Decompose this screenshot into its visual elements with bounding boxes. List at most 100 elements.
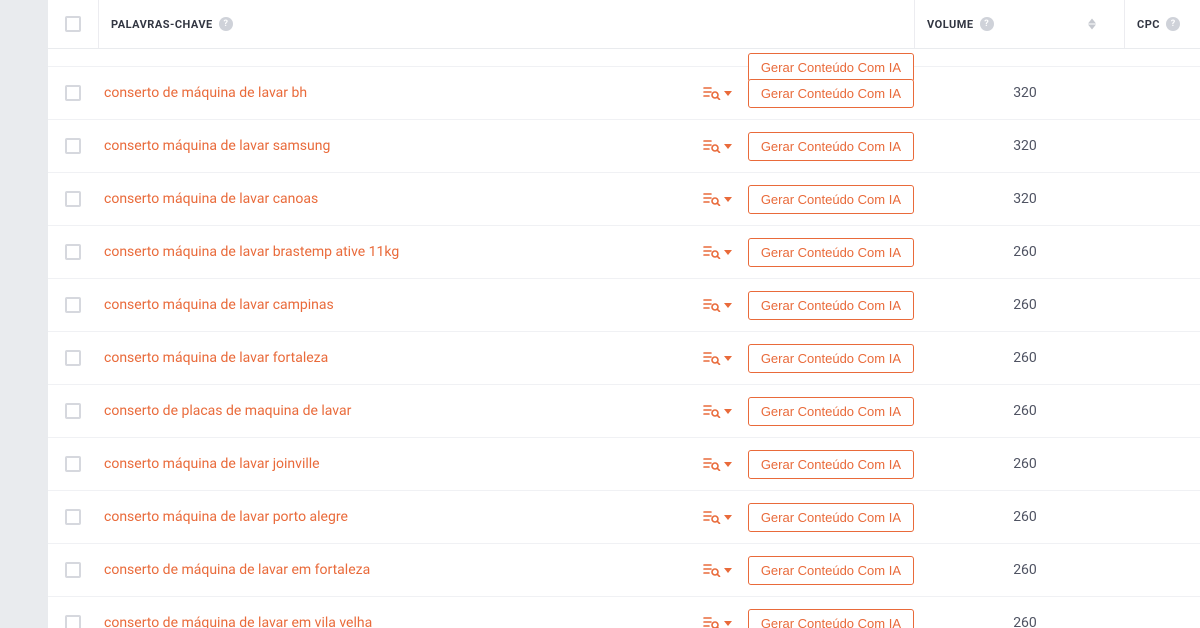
keyword-link[interactable]: conserto de máquina de lavar em vila vel… bbox=[104, 615, 372, 628]
generate-ai-content-button[interactable]: Gerar Conteúdo Com IA bbox=[748, 132, 914, 161]
table-row: conserto máquina de lavar samsung Gerar C… bbox=[48, 120, 1200, 173]
row-actions-cell: Gerar Conteúdo Com IA bbox=[668, 79, 914, 108]
row-checkbox[interactable] bbox=[65, 85, 81, 101]
keyword-filter-icon[interactable] bbox=[703, 351, 732, 365]
row-keyword-cell: conserto máquina de lavar fortaleza bbox=[98, 350, 668, 366]
row-checkbox[interactable] bbox=[65, 615, 81, 628]
chevron-down-icon bbox=[724, 356, 732, 361]
volume-value: 260 bbox=[1013, 509, 1037, 525]
row-actions-cell: Gerar Conteúdo Com IA bbox=[668, 291, 914, 320]
row-keyword-cell: conserto de máquina de lavar bh bbox=[98, 85, 668, 101]
table-header: Palavras-chave ? Volume ? CPC ? bbox=[48, 0, 1200, 49]
table-row: Gerar Conteúdo Com IA bbox=[48, 49, 1200, 67]
row-checkbox[interactable] bbox=[65, 297, 81, 313]
volume-value: 260 bbox=[1013, 297, 1037, 313]
row-checkbox[interactable] bbox=[65, 456, 81, 472]
keyword-filter-icon[interactable] bbox=[703, 245, 732, 259]
row-volume-cell: 260 bbox=[914, 403, 1124, 419]
row-volume-cell: 260 bbox=[914, 244, 1124, 260]
keyword-filter-icon[interactable] bbox=[703, 139, 732, 153]
row-checkbox-cell bbox=[48, 297, 98, 313]
row-checkbox-cell bbox=[48, 244, 98, 260]
keyword-link[interactable]: conserto máquina de lavar brastemp ative… bbox=[104, 244, 399, 260]
keyword-link[interactable]: conserto máquina de lavar canoas bbox=[104, 191, 318, 207]
generate-ai-content-button[interactable]: Gerar Conteúdo Com IA bbox=[748, 397, 914, 426]
header-cpc[interactable]: CPC ? bbox=[1124, 0, 1200, 48]
keyword-link[interactable]: conserto máquina de lavar joinville bbox=[104, 456, 320, 472]
row-checkbox-cell bbox=[48, 403, 98, 419]
generate-ai-content-button[interactable]: Gerar Conteúdo Com IA bbox=[748, 503, 914, 532]
row-checkbox[interactable] bbox=[65, 562, 81, 578]
help-icon[interactable]: ? bbox=[980, 17, 994, 31]
generate-ai-content-button[interactable]: Gerar Conteúdo Com IA bbox=[748, 450, 914, 479]
generate-ai-content-button[interactable]: Gerar Conteúdo Com IA bbox=[748, 79, 914, 108]
help-icon[interactable]: ? bbox=[219, 17, 233, 31]
keyword-filter-icon[interactable] bbox=[703, 86, 732, 100]
row-volume-cell: 260 bbox=[914, 562, 1124, 578]
generate-ai-content-button[interactable]: Gerar Conteúdo Com IA bbox=[748, 185, 914, 214]
row-keyword-cell: conserto máquina de lavar joinville bbox=[98, 456, 668, 472]
generate-ai-content-button[interactable]: Gerar Conteúdo Com IA bbox=[748, 609, 914, 628]
volume-value: 260 bbox=[1013, 562, 1037, 578]
keyword-link[interactable]: conserto de máquina de lavar em fortalez… bbox=[104, 562, 370, 578]
row-volume-cell: 320 bbox=[914, 85, 1124, 101]
header-volume[interactable]: Volume ? bbox=[914, 0, 1124, 48]
row-actions-cell: Gerar Conteúdo Com IA bbox=[668, 397, 914, 426]
row-actions-cell: Gerar Conteúdo Com IA bbox=[668, 185, 914, 214]
volume-value: 320 bbox=[1013, 85, 1037, 101]
table-body: Gerar Conteúdo Com IA conserto de máquina… bbox=[48, 49, 1200, 628]
header-keywords-label: Palavras-chave bbox=[111, 18, 213, 31]
keyword-filter-icon[interactable] bbox=[703, 616, 732, 628]
generate-ai-content-button[interactable]: Gerar Conteúdo Com IA bbox=[748, 291, 914, 320]
keyword-link[interactable]: conserto máquina de lavar fortaleza bbox=[104, 350, 328, 366]
keyword-filter-icon[interactable] bbox=[703, 298, 732, 312]
generate-ai-content-button[interactable]: Gerar Conteúdo Com IA bbox=[748, 556, 914, 585]
row-actions-cell: Gerar Conteúdo Com IA bbox=[668, 53, 914, 66]
generate-ai-content-button[interactable]: Gerar Conteúdo Com IA bbox=[748, 344, 914, 373]
row-checkbox[interactable] bbox=[65, 244, 81, 260]
chevron-down-icon bbox=[724, 91, 732, 96]
row-checkbox[interactable] bbox=[65, 509, 81, 525]
table-row: conserto máquina de lavar brastemp ative… bbox=[48, 226, 1200, 279]
select-all-checkbox[interactable] bbox=[65, 16, 81, 32]
table-row: conserto de máquina de lavar em vila vel… bbox=[48, 597, 1200, 628]
keyword-filter-icon[interactable] bbox=[703, 404, 732, 418]
keyword-filter-icon[interactable] bbox=[703, 457, 732, 471]
row-actions-cell: Gerar Conteúdo Com IA bbox=[668, 238, 914, 267]
keyword-filter-icon[interactable] bbox=[703, 563, 732, 577]
row-checkbox[interactable] bbox=[65, 138, 81, 154]
row-volume-cell: 320 bbox=[914, 191, 1124, 207]
chevron-down-icon bbox=[724, 144, 732, 149]
keyword-link[interactable]: conserto de placas de maquina de lavar bbox=[104, 403, 351, 419]
row-keyword-cell: conserto máquina de lavar samsung bbox=[98, 138, 668, 154]
table-row: conserto máquina de lavar canoas Gerar Co… bbox=[48, 173, 1200, 226]
row-actions-cell: Gerar Conteúdo Com IA bbox=[668, 450, 914, 479]
keyword-link[interactable]: conserto máquina de lavar samsung bbox=[104, 138, 330, 154]
row-checkbox[interactable] bbox=[65, 350, 81, 366]
keyword-filter-icon[interactable] bbox=[703, 192, 732, 206]
volume-value: 260 bbox=[1013, 244, 1037, 260]
header-keywords[interactable]: Palavras-chave ? bbox=[98, 0, 668, 48]
row-keyword-cell: conserto máquina de lavar campinas bbox=[98, 297, 668, 313]
row-checkbox-cell bbox=[48, 509, 98, 525]
row-volume-cell: 260 bbox=[914, 350, 1124, 366]
table-row: conserto máquina de lavar porto alegre Ge… bbox=[48, 491, 1200, 544]
keyword-filter-icon[interactable] bbox=[703, 510, 732, 524]
keyword-link[interactable]: conserto máquina de lavar porto alegre bbox=[104, 509, 348, 525]
header-volume-label: Volume bbox=[927, 18, 974, 31]
help-icon[interactable]: ? bbox=[1166, 17, 1180, 31]
chevron-down-icon bbox=[724, 515, 732, 520]
generate-ai-content-button[interactable]: Gerar Conteúdo Com IA bbox=[748, 238, 914, 267]
sort-icon[interactable] bbox=[1088, 19, 1096, 30]
header-cpc-label: CPC bbox=[1137, 18, 1160, 31]
keyword-link[interactable]: conserto de máquina de lavar bh bbox=[104, 85, 307, 101]
row-actions-cell: Gerar Conteúdo Com IA bbox=[668, 503, 914, 532]
keyword-link[interactable]: conserto máquina de lavar campinas bbox=[104, 297, 334, 313]
row-checkbox[interactable] bbox=[65, 191, 81, 207]
chevron-down-icon bbox=[724, 250, 732, 255]
volume-value: 320 bbox=[1013, 191, 1037, 207]
table-row: conserto máquina de lavar campinas Gerar … bbox=[48, 279, 1200, 332]
row-actions-cell: Gerar Conteúdo Com IA bbox=[668, 609, 914, 628]
row-checkbox[interactable] bbox=[65, 403, 81, 419]
volume-value: 260 bbox=[1013, 615, 1037, 628]
